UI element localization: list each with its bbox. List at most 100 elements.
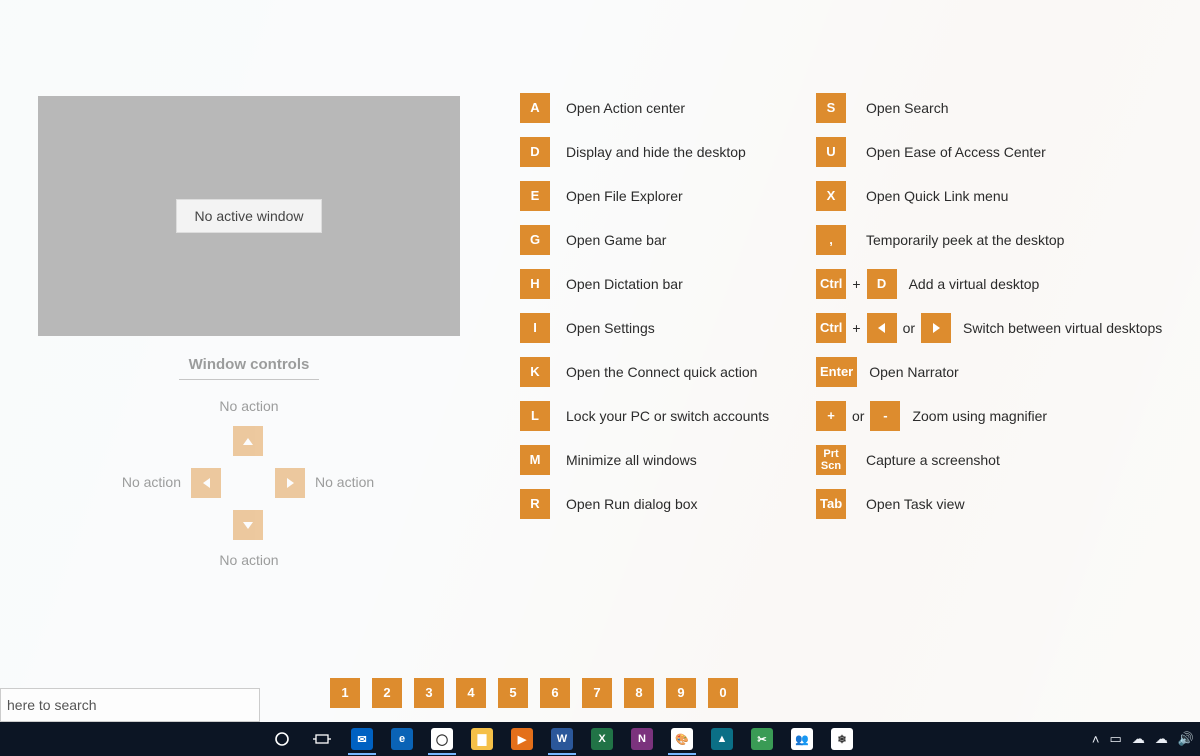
cloud-icon[interactable]: ☁ — [1132, 731, 1145, 747]
system-tray: ˄ ▭ ☁ ☁ 🔊 — [1092, 722, 1194, 756]
shortcut-keys: Enter — [816, 357, 857, 387]
shortcut-keys: S — [816, 93, 854, 123]
shortcut-row: ,Temporarily peek at the desktop — [816, 218, 1194, 262]
taskbar-app-extra[interactable]: ❄ — [822, 722, 862, 756]
taskbar-number-key[interactable]: 6 — [540, 678, 570, 708]
shortcut-desc: Zoom using magnifier — [900, 408, 1194, 424]
shortcut-key[interactable]: M — [520, 445, 550, 475]
shortcut-key[interactable]: I — [520, 313, 550, 343]
shortcut-row: DDisplay and hide the desktop — [516, 130, 816, 174]
shortcut-row: ROpen Run dialog box — [516, 482, 816, 526]
taskbar-number-key[interactable]: 2 — [372, 678, 402, 708]
taskbar-app-paint[interactable]: 🎨 — [662, 722, 702, 756]
dpad: No action No action No action No action — [99, 394, 399, 594]
shortcut-row: Tab Open Task view — [816, 482, 1194, 526]
shortcut-desc: Open Task view — [854, 496, 1194, 512]
shortcut-key[interactable]: E — [520, 181, 550, 211]
shortcut-desc: Open Quick Link menu — [854, 188, 1194, 204]
shortcut-key[interactable]: D — [520, 137, 550, 167]
shortcut-desc: Open Game bar — [554, 232, 816, 248]
taskbar-number-key[interactable]: 3 — [414, 678, 444, 708]
paint-icon: 🎨 — [671, 728, 693, 750]
shortcut-key[interactable]: Prt Scn — [816, 445, 846, 475]
chevron-up-icon[interactable]: ˄ — [1092, 732, 1100, 747]
cloud2-icon[interactable]: ☁ — [1155, 731, 1168, 747]
taskbar-number-key[interactable]: 0 — [708, 678, 738, 708]
search-input[interactable]: here to search — [0, 688, 260, 722]
shortcut-key[interactable]: R — [520, 489, 550, 519]
shortcut-key[interactable]: A — [520, 93, 550, 123]
shortcut-row: GOpen Game bar — [516, 218, 816, 262]
cortana-button[interactable] — [262, 722, 302, 756]
taskbar-app-snip[interactable]: ✂ — [742, 722, 782, 756]
taskbar-number-key[interactable]: 7 — [582, 678, 612, 708]
taskbar-app-media[interactable]: ▶ — [502, 722, 542, 756]
shortcut-desc: Open Action center — [554, 100, 816, 116]
shortcut-key[interactable]: - — [870, 401, 900, 431]
shortcut-key[interactable]: U — [816, 137, 846, 167]
window-controls-panel: Window controls No action No action No a… — [38, 356, 460, 594]
taskbar-app-outlook[interactable]: ✉ — [342, 722, 382, 756]
arrow-left-key[interactable] — [867, 313, 897, 343]
dpad-up-button[interactable] — [233, 426, 263, 456]
shortcut-key[interactable]: Tab — [816, 489, 846, 519]
outlook-icon: ✉ — [351, 728, 373, 750]
word-icon: W — [551, 728, 573, 750]
taskbar-app-onenote[interactable]: N — [622, 722, 662, 756]
shortcut-key[interactable]: Enter — [816, 357, 857, 387]
shortcut-row: AOpen Action center — [516, 86, 816, 130]
taskbar-app-edge[interactable]: e — [382, 722, 422, 756]
battery-icon[interactable]: ▭ — [1110, 731, 1122, 747]
shortcut-key[interactable]: Ctrl — [816, 269, 846, 299]
dpad-right-label: No action — [315, 474, 374, 490]
taskbar-app-file-explorer[interactable]: ▇ — [462, 722, 502, 756]
dpad-down-button[interactable] — [233, 510, 263, 540]
shortcut-key[interactable]: Ctrl — [816, 313, 846, 343]
shortcut-key[interactable]: G — [520, 225, 550, 255]
shortcut-key[interactable]: L — [520, 401, 550, 431]
shortcut-key[interactable]: K — [520, 357, 550, 387]
taskbar-app-photos[interactable]: ▲ — [702, 722, 742, 756]
window-controls-title: Window controls — [179, 356, 320, 380]
taskbar-app-chrome[interactable]: ◯ — [422, 722, 462, 756]
shortcut-key[interactable]: , — [816, 225, 846, 255]
task-view-button[interactable] — [302, 722, 342, 756]
chrome-icon: ◯ — [431, 728, 453, 750]
shortcut-desc: Open Search — [854, 100, 1194, 116]
snip-icon: ✂ — [751, 728, 773, 750]
window-preview: No active window — [38, 96, 460, 336]
key-join: + — [852, 276, 860, 292]
shortcut-row: MMinimize all windows — [516, 438, 816, 482]
dpad-left-button[interactable] — [191, 468, 221, 498]
shortcut-key[interactable]: H — [520, 269, 550, 299]
key-join: or — [903, 320, 915, 336]
shortcut-key[interactable]: X — [816, 181, 846, 211]
volume-icon[interactable]: 🔊 — [1178, 731, 1194, 747]
shortcut-keys: +or- — [816, 401, 900, 431]
shortcut-row: UOpen Ease of Access Center — [816, 130, 1194, 174]
shortcut-row: Prt Scn Capture a screenshot — [816, 438, 1194, 482]
chevron-left-icon — [878, 323, 885, 333]
dpad-up-label: No action — [99, 398, 399, 414]
shortcut-key[interactable]: + — [816, 401, 846, 431]
shortcut-desc: Open File Explorer — [554, 188, 816, 204]
no-active-window-label: No active window — [176, 199, 323, 233]
shortcut-key[interactable]: D — [867, 269, 897, 299]
shortcut-desc: Minimize all windows — [554, 452, 816, 468]
taskbar-number-key[interactable]: 5 — [498, 678, 528, 708]
shortcut-column-1: AOpen Action centerDDisplay and hide the… — [516, 86, 816, 526]
dpad-right-button[interactable] — [275, 468, 305, 498]
shortcut-desc: Lock your PC or switch accounts — [554, 408, 816, 424]
shortcut-keys: , — [816, 225, 854, 255]
taskbar-number-key[interactable]: 9 — [666, 678, 696, 708]
arrow-right-key[interactable] — [921, 313, 951, 343]
shortcut-key[interactable]: S — [816, 93, 846, 123]
taskbar-number-key[interactable]: 1 — [330, 678, 360, 708]
taskbar-app-word[interactable]: W — [542, 722, 582, 756]
taskbar-app-excel[interactable]: X — [582, 722, 622, 756]
taskbar-number-key[interactable]: 8 — [624, 678, 654, 708]
taskbar-number-key[interactable]: 4 — [456, 678, 486, 708]
shortcut-desc: Capture a screenshot — [854, 452, 1194, 468]
taskbar-app-people[interactable]: 👥 — [782, 722, 822, 756]
shortcut-row: EOpen File Explorer — [516, 174, 816, 218]
